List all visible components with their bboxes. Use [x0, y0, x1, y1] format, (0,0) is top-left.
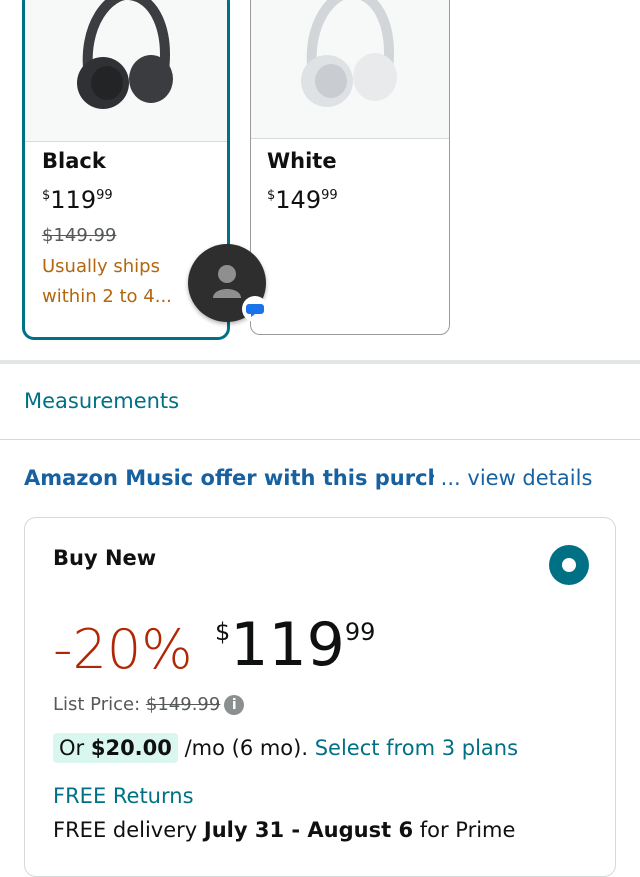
music-offer-text: Amazon Music offer with this purch — [24, 466, 434, 490]
music-offer-ellipsis: ... — [434, 466, 468, 490]
buy-new-box[interactable]: Buy New -20% $11999 List Price: $149.99 i… — [24, 517, 616, 877]
swatch-name: White — [267, 149, 337, 173]
swatch-price: $11999 — [42, 186, 113, 214]
delivery-info: FREE delivery July 31 - August 6 for Pri… — [53, 818, 516, 842]
music-offer-row[interactable]: Amazon Music offer with this purch ... v… — [24, 466, 592, 490]
buy-new-title: Buy New — [53, 546, 157, 570]
radio-dot — [562, 558, 576, 572]
swatch-shipping-text: Usually ships within 2 to 4... — [42, 256, 172, 307]
discount-percent: -20% — [53, 618, 193, 681]
swatch-image-area — [251, 0, 449, 139]
headphones-black-image — [77, 0, 173, 109]
free-returns-link[interactable]: FREE Returns — [53, 784, 194, 808]
measurements-link[interactable]: Measurements — [24, 389, 179, 413]
monthly-payment: Or $20.00 /mo (6 mo). Select from 3 plan… — [53, 733, 518, 763]
swatch-card-white[interactable]: White $14999 — [250, 0, 450, 335]
list-price: List Price: $149.99 i — [53, 694, 245, 715]
headphones-white-image — [301, 0, 397, 107]
swatch-list-price: $149.99 — [42, 225, 117, 246]
swatch-price: $14999 — [267, 186, 338, 214]
radio-selected-icon[interactable] — [549, 545, 589, 585]
buy-price: $11999 — [215, 610, 376, 680]
monthly-amount-pill: Or $20.00 — [53, 733, 178, 763]
chat-icon — [242, 296, 268, 322]
view-details-link[interactable]: view details — [467, 466, 592, 490]
info-icon[interactable]: i — [224, 695, 245, 715]
swatch-image-area — [25, 0, 227, 142]
section-divider — [0, 439, 640, 440]
section-divider — [0, 360, 640, 364]
swatch-name: Black — [42, 149, 106, 173]
select-plans-link[interactable]: Select from 3 plans — [315, 736, 518, 760]
